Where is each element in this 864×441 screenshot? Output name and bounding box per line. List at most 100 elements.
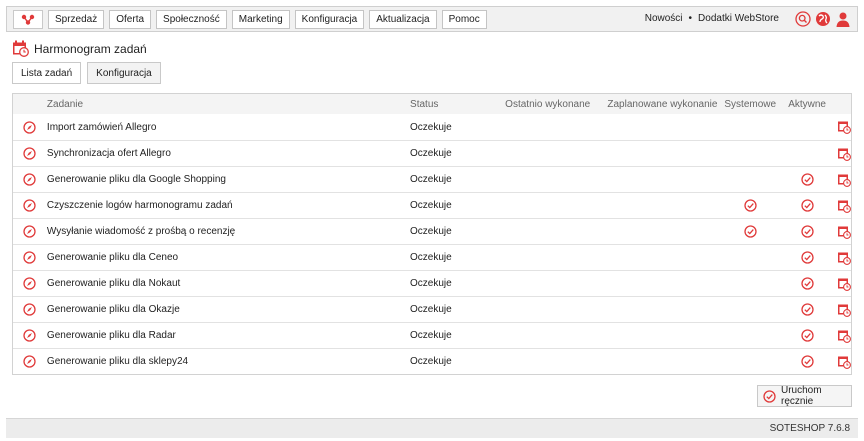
task-status-icon[interactable]: [13, 120, 47, 134]
menu-item-spolecznosc[interactable]: Społeczność: [156, 10, 227, 29]
task-status: Oczekuje: [410, 226, 452, 237]
schedule-edit-icon: [837, 120, 851, 134]
task-name[interactable]: Wysyłanie wiadomość z prośbą o recenzję: [47, 226, 410, 237]
task-status-icon[interactable]: [13, 251, 47, 264]
menu-item-konfiguracja[interactable]: Konfiguracja: [294, 10, 365, 29]
task-status: Oczekuje: [410, 121, 452, 133]
page-tabs: Lista zadań Konfiguracja: [12, 62, 161, 84]
task-name[interactable]: Import zamówień Allegro: [47, 122, 410, 133]
task-name[interactable]: Generowanie pliku dla Radar: [47, 330, 410, 341]
task-name[interactable]: Czyszczenie logów harmonogramu zadań: [47, 200, 410, 211]
version-label: SOTESHOP 7.6.8: [769, 423, 850, 434]
active-check-icon[interactable]: [800, 251, 814, 264]
top-icon-group: [795, 11, 851, 27]
page-title: Harmonogram zadań: [34, 41, 147, 56]
task-status: Oczekuje: [410, 174, 452, 185]
active-check-icon[interactable]: [800, 199, 814, 212]
active-check-icon[interactable]: [800, 355, 814, 368]
table-row[interactable]: Generowanie pliku dla Google Shopping Ocz…: [13, 166, 851, 192]
active-check-icon[interactable]: [800, 277, 814, 290]
calendar-clock-icon: [12, 40, 29, 57]
user-icon[interactable]: [835, 11, 851, 27]
task-name[interactable]: Generowanie pliku dla sklepy24: [47, 356, 410, 367]
table-row[interactable]: Generowanie pliku dla Radar Oczekuje: [13, 322, 851, 348]
column-header-system[interactable]: Systemowe: [721, 99, 779, 110]
task-status-icon[interactable]: [13, 277, 47, 290]
table-row[interactable]: Generowanie pliku dla sklepy24 Oczekuje: [13, 348, 851, 374]
column-header-active[interactable]: Aktywne: [779, 99, 835, 110]
task-edit-button[interactable]: [835, 147, 851, 161]
column-header-scheduled[interactable]: Zaplanowane wykonanie: [604, 99, 722, 110]
table-row[interactable]: Import zamówień Allegro Oczekuje: [13, 114, 851, 140]
task-status: Oczekuje: [410, 330, 452, 341]
task-edit-button[interactable]: [835, 355, 851, 369]
task-active-cell: [779, 303, 835, 316]
menu-item-pomoc[interactable]: Pomoc: [441, 10, 487, 29]
schedule-edit-icon: [837, 329, 851, 343]
task-edit-button[interactable]: [835, 120, 851, 134]
task-name[interactable]: Generowanie pliku dla Ceneo: [47, 252, 410, 263]
task-status: Oczekuje: [410, 304, 452, 315]
addons-link[interactable]: Dodatki WebStore: [698, 13, 779, 24]
task-status-icon[interactable]: [13, 303, 47, 316]
task-active-cell: [779, 329, 835, 342]
task-name[interactable]: Synchronizacja ofert Allegro: [47, 148, 410, 159]
tab-task-list[interactable]: Lista zadań: [12, 62, 82, 84]
active-check-icon[interactable]: [800, 225, 814, 238]
task-table: Zadanie Status Ostatnio wykonane Zaplano…: [12, 93, 852, 375]
task-status-icon[interactable]: [13, 329, 47, 342]
tab-configuration[interactable]: Konfiguracja: [87, 62, 161, 84]
task-active-cell: [779, 173, 835, 186]
task-edit-button[interactable]: [835, 329, 851, 343]
task-status-icon[interactable]: [13, 355, 47, 368]
menu-item-aktualizacja[interactable]: Aktualizacja: [369, 10, 437, 29]
task-name[interactable]: Generowanie pliku dla Google Shopping: [47, 174, 410, 185]
column-header-status[interactable]: Status: [410, 99, 492, 110]
schedule-edit-icon: [837, 303, 851, 317]
table-row[interactable]: Synchronizacja ofert Allegro Oczekuje: [13, 140, 851, 166]
task-status: Oczekuje: [410, 278, 452, 289]
task-status: Oczekuje: [410, 252, 452, 263]
menu-item-marketing[interactable]: Marketing: [231, 10, 290, 29]
news-link[interactable]: Nowości: [645, 13, 683, 24]
task-edit-button[interactable]: [835, 277, 851, 291]
task-status-icon[interactable]: [13, 173, 47, 186]
table-row[interactable]: Generowanie pliku dla Nokaut Oczekuje: [13, 270, 851, 296]
task-status: Oczekuje: [410, 356, 452, 367]
task-edit-button[interactable]: [835, 199, 851, 213]
page-header: Harmonogram zadań: [12, 40, 147, 57]
menu-item-oferta[interactable]: Oferta: [109, 10, 152, 29]
column-header-task[interactable]: Zadanie: [47, 99, 410, 110]
table-row[interactable]: Wysyłanie wiadomość z prośbą o recenzję O…: [13, 218, 851, 244]
task-edit-button[interactable]: [835, 251, 851, 265]
task-status-icon[interactable]: [13, 199, 47, 212]
task-status: Oczekuje: [410, 200, 452, 211]
active-check-icon[interactable]: [800, 303, 814, 316]
task-edit-button[interactable]: [835, 173, 851, 187]
active-check-icon[interactable]: [800, 173, 814, 186]
footer-bar: SOTESHOP 7.6.8: [6, 418, 858, 438]
task-active-cell: [779, 199, 835, 212]
column-header-last-run[interactable]: Ostatnio wykonane: [492, 99, 604, 110]
task-active-cell: [779, 251, 835, 264]
task-status-icon[interactable]: [13, 147, 47, 160]
task-name[interactable]: Generowanie pliku dla Okazje: [47, 304, 410, 315]
system-check-icon: [744, 225, 757, 238]
menu-item-sprzedaz[interactable]: Sprzedaż: [48, 10, 105, 29]
table-row[interactable]: Czyszczenie logów harmonogramu zadań Ocze…: [13, 192, 851, 218]
run-manually-button[interactable]: Uruchom ręcznie: [757, 385, 852, 407]
task-active-cell: [779, 355, 835, 368]
task-edit-button[interactable]: [835, 225, 851, 239]
schedule-edit-icon: [837, 147, 851, 161]
table-row[interactable]: Generowanie pliku dla Okazje Oczekuje: [13, 296, 851, 322]
task-name[interactable]: Generowanie pliku dla Nokaut: [47, 278, 410, 289]
task-status-icon[interactable]: [13, 225, 47, 238]
table-row[interactable]: Generowanie pliku dla Ceneo Oczekuje: [13, 244, 851, 270]
search-icon[interactable]: [795, 11, 811, 27]
task-edit-button[interactable]: [835, 303, 851, 317]
schedule-edit-icon: [837, 225, 851, 239]
table-header: Zadanie Status Ostatnio wykonane Zaplano…: [13, 94, 851, 114]
soteshop-logo-button[interactable]: [13, 10, 43, 29]
globe-icon[interactable]: [815, 11, 831, 27]
active-check-icon[interactable]: [800, 329, 814, 342]
